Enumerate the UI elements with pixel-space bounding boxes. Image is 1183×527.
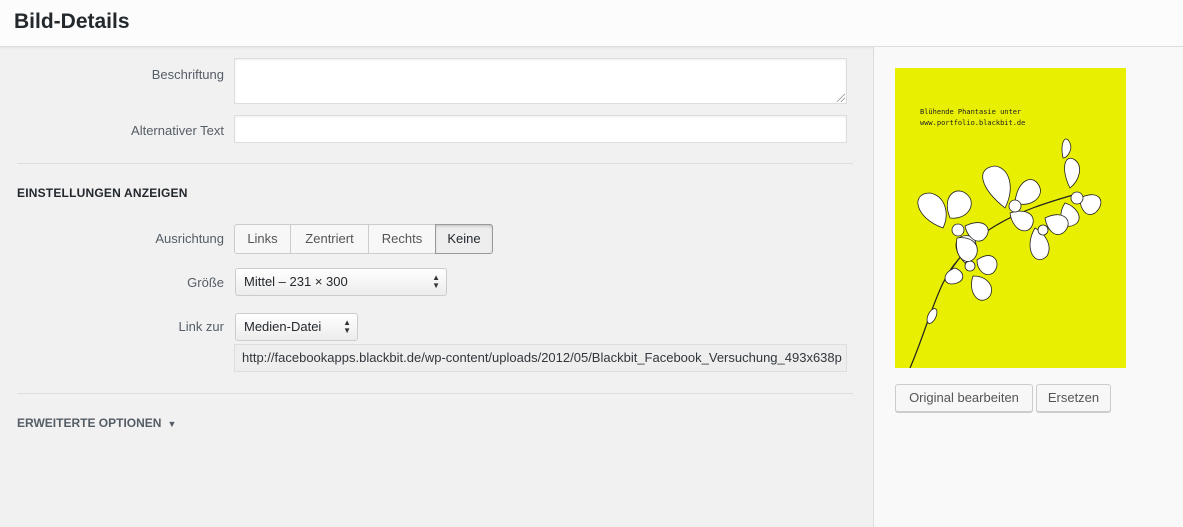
orchid-illustration xyxy=(909,138,1102,368)
divider xyxy=(17,393,853,394)
link-label: Link zur xyxy=(178,319,224,334)
select-arrows-icon: ▲ ▼ xyxy=(343,318,351,335)
size-select[interactable]: Mittel – 231 × 300 ▲ ▼ xyxy=(235,268,447,296)
caption-label: Beschriftung xyxy=(151,67,224,82)
alignment-label: Ausrichtung xyxy=(155,231,224,246)
align-right-button[interactable]: Rechts xyxy=(368,224,436,254)
select-arrows-icon: ▲ ▼ xyxy=(432,273,440,290)
image-settings-panel: Beschriftung Alternativer Text Einstellu… xyxy=(0,47,873,527)
align-left-button[interactable]: Links xyxy=(234,224,291,254)
alignment-button-group: Links Zentriert Rechts Keine xyxy=(234,224,493,254)
size-label: Größe xyxy=(187,275,224,290)
caption-textarea[interactable] xyxy=(234,58,847,104)
section-title-display-settings: Einstellungen anzeigen xyxy=(17,186,188,200)
image-preview-sidebar: Blühende Phantasie unter www.portfolio.b… xyxy=(873,47,1183,527)
page-title: Bild-Details xyxy=(14,10,130,33)
advanced-options-toggle[interactable]: Erweiterte Optionen ▼ xyxy=(17,416,176,430)
edit-original-button[interactable]: Original bearbeiten xyxy=(895,384,1033,412)
link-url-field[interactable]: http://facebookapps.blackbit.de/wp-conte… xyxy=(234,344,847,372)
resize-grip-icon[interactable] xyxy=(837,94,845,102)
divider xyxy=(17,163,853,164)
caption-field[interactable] xyxy=(234,58,847,104)
replace-button[interactable]: Ersetzen xyxy=(1036,384,1111,412)
link-select-value: Medien-Datei xyxy=(244,319,322,334)
alt-text-label: Alternativer Text xyxy=(131,123,224,138)
link-select[interactable]: Medien-Datei ▲ ▼ xyxy=(235,313,358,341)
image-preview: Blühende Phantasie unter www.portfolio.b… xyxy=(895,68,1126,368)
size-select-value: Mittel – 231 × 300 xyxy=(244,274,348,289)
caret-down-icon: ▼ xyxy=(167,419,177,429)
modal-header: Bild-Details xyxy=(0,0,1183,47)
align-none-button[interactable]: Keine xyxy=(435,224,493,254)
align-center-button[interactable]: Zentriert xyxy=(290,224,369,254)
advanced-options-label: Erweiterte Optionen xyxy=(17,416,162,430)
alt-text-input[interactable] xyxy=(234,115,847,143)
